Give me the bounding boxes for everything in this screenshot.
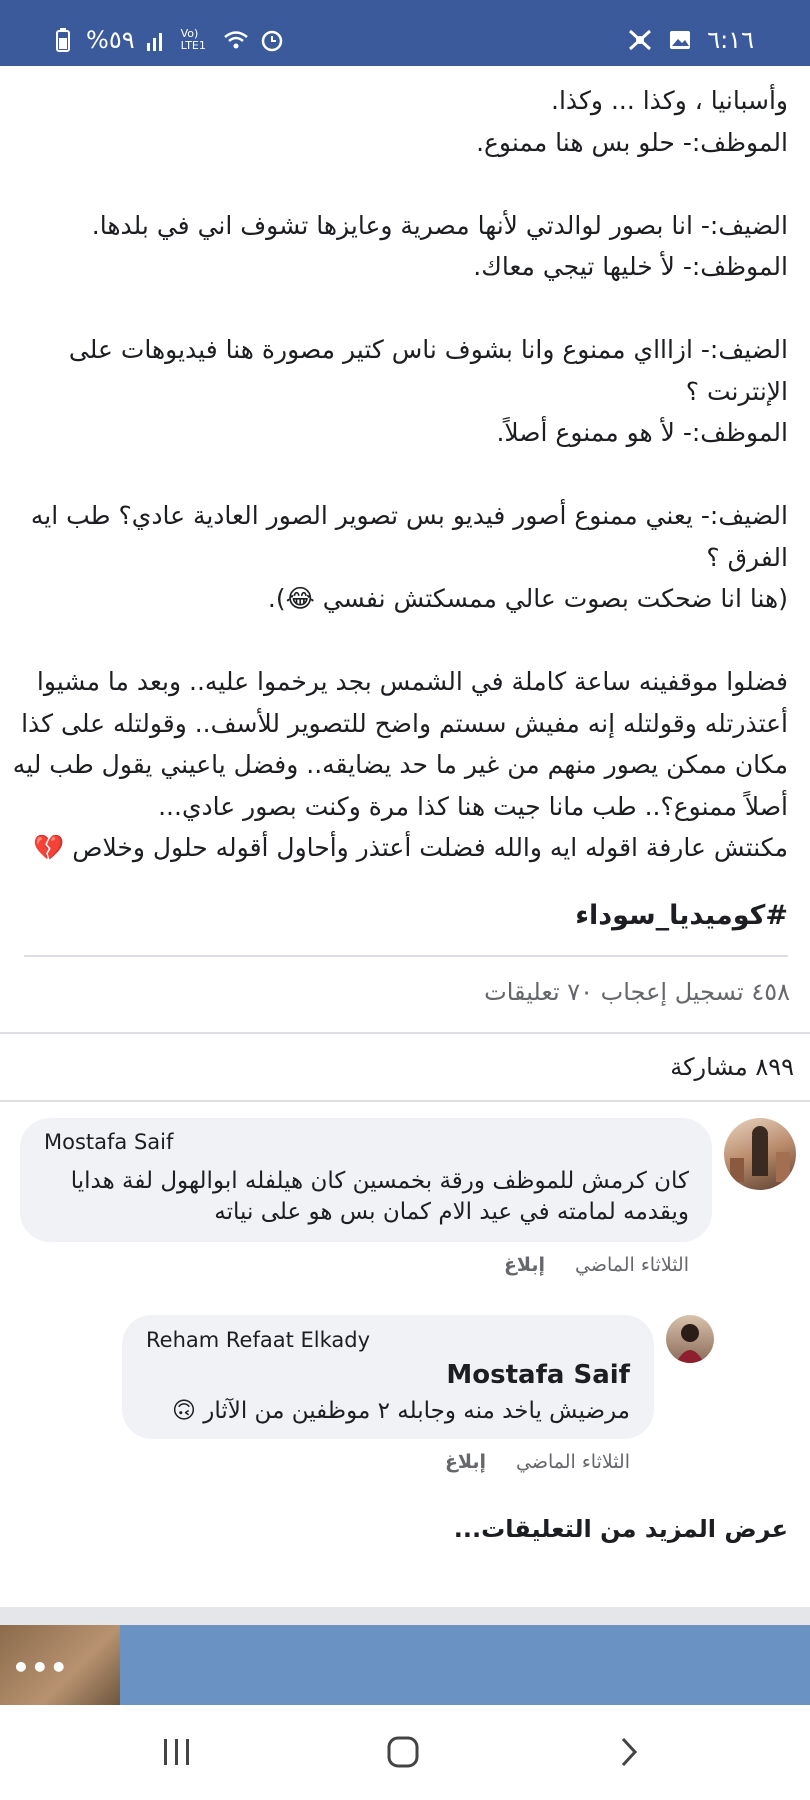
signal-icon	[146, 33, 162, 51]
divider	[0, 1032, 810, 1034]
reply-mention[interactable]: Mostafa Saif	[446, 1360, 630, 1390]
post-line-gap	[40, 454, 788, 496]
reply-text: مرضيش ياخد منه وجابله ٢ موظفين من الآثار…	[171, 1398, 630, 1424]
comment-text: كان كرمش للموظف ورقة بخمسين كان هيلفله ا…	[70, 1168, 689, 1194]
post-line-gap	[40, 288, 788, 330]
shares-count[interactable]: ٨٩٩ مشاركة	[670, 1053, 794, 1081]
status-right: ٦:١٦	[627, 26, 754, 54]
comment-text: ويقدمه لمامته في عيد الام كمان بس هو على…	[214, 1199, 689, 1225]
notification-icon	[629, 29, 652, 51]
recent-apps-button[interactable]	[152, 1729, 202, 1775]
comment-time[interactable]: الثلاثاء الماضي	[575, 1254, 689, 1276]
avatar-image	[730, 1126, 790, 1182]
comment-meta: الثلاثاء الماضي إبلاغ	[504, 1254, 689, 1276]
status-left: %٥٩ Vo) LTE1	[50, 26, 285, 54]
avatar[interactable]	[666, 1315, 714, 1363]
alarm-icon	[261, 30, 282, 52]
avatar-image	[676, 1324, 704, 1363]
post-line: الفرق ؟	[706, 542, 788, 572]
post-line: (هنا انا ضحكت بصوت عالي ممسكتش نفسي 😂).	[267, 584, 788, 613]
network-label: Vo) LTE1	[180, 27, 206, 52]
status-bar: %٥٩ Vo) LTE1 ٦:١٦	[0, 0, 810, 66]
post-line: الموظف:- حلو بس هنا ممنوع.	[476, 127, 788, 157]
feed-separator	[0, 1607, 810, 1625]
post-line: أصلاً ممنوع؟.. طب مانا جيت هنا كذا مرة و…	[158, 791, 788, 821]
reactions-summary[interactable]: ٤٥٨ تسجيل إعجاب ٧٠ تعليقات	[484, 978, 790, 1006]
divider	[24, 955, 788, 957]
comment-author[interactable]: Mostafa Saif	[44, 1130, 173, 1154]
wifi-icon	[223, 31, 248, 49]
post-line: أعتذرتله وقولتله إنه مفيش سستم واضح للتص…	[21, 708, 788, 738]
avatar[interactable]	[724, 1118, 796, 1190]
home-button[interactable]	[378, 1729, 428, 1775]
post-line: الإنترنت ؟	[685, 376, 788, 406]
reply-meta: الثلاثاء الماضي إبلاغ	[445, 1451, 630, 1473]
view-more-comments-link[interactable]: عرض المزيد من التعليقات...	[454, 1515, 788, 1543]
post-line: الضيف:- يعني ممنوع أصور فيديو بس تصوير ا…	[30, 501, 788, 530]
report-button[interactable]: إبلاغ	[445, 1451, 486, 1473]
clock: ٦:١٦	[707, 26, 754, 54]
post-line: الضيف:- ازاااي ممنوع وانا بشوف ناس كتير …	[68, 335, 788, 364]
divider	[0, 1100, 810, 1102]
system-nav-bar	[0, 1705, 810, 1800]
post-line: الموظف:- لأ هو ممنوع أصلاً.	[496, 418, 788, 447]
hashtag-link[interactable]: #كوميديا_سوداء	[575, 900, 788, 931]
back-icon	[621, 1737, 638, 1767]
more-options-icon[interactable]: •••	[12, 1651, 69, 1684]
gallery-icon	[670, 31, 691, 49]
recent-apps-icon	[164, 1739, 189, 1765]
report-button[interactable]: إبلاغ	[504, 1254, 545, 1276]
post-line: الموظف:- لأ خليها تيجي معاك.	[473, 252, 788, 281]
reply-time[interactable]: الثلاثاء الماضي	[516, 1451, 630, 1473]
battery-percent: %٥٩	[86, 26, 135, 54]
post-line-gap	[40, 620, 788, 662]
post-line: الضيف:- انا بصور لوالدتي لأنها مصرية وعا…	[91, 210, 788, 240]
post-line: فضلوا موقفينه ساعة كاملة في الشمس بجد ير…	[36, 667, 788, 696]
post-line-gap	[40, 163, 788, 205]
reply-author[interactable]: Reham Refaat Elkady	[146, 1328, 370, 1352]
battery-icon	[56, 28, 70, 52]
post-text: وأسبانيا ، وكذا ... وكذا. الموظف:- حلو ب…	[12, 66, 788, 869]
back-button[interactable]	[604, 1729, 654, 1775]
post-line: وأسبانيا ، وكذا ... وكذا.	[551, 86, 788, 115]
home-icon	[387, 1736, 419, 1768]
post-line: مكان ممكن يصور منهم من غير ما حد يضايقه.…	[12, 750, 788, 779]
post-line: مكنتش عارفة اقوله ايه والله فضلت أعتذر و…	[33, 833, 788, 862]
next-post-image[interactable]: •••	[0, 1625, 810, 1705]
